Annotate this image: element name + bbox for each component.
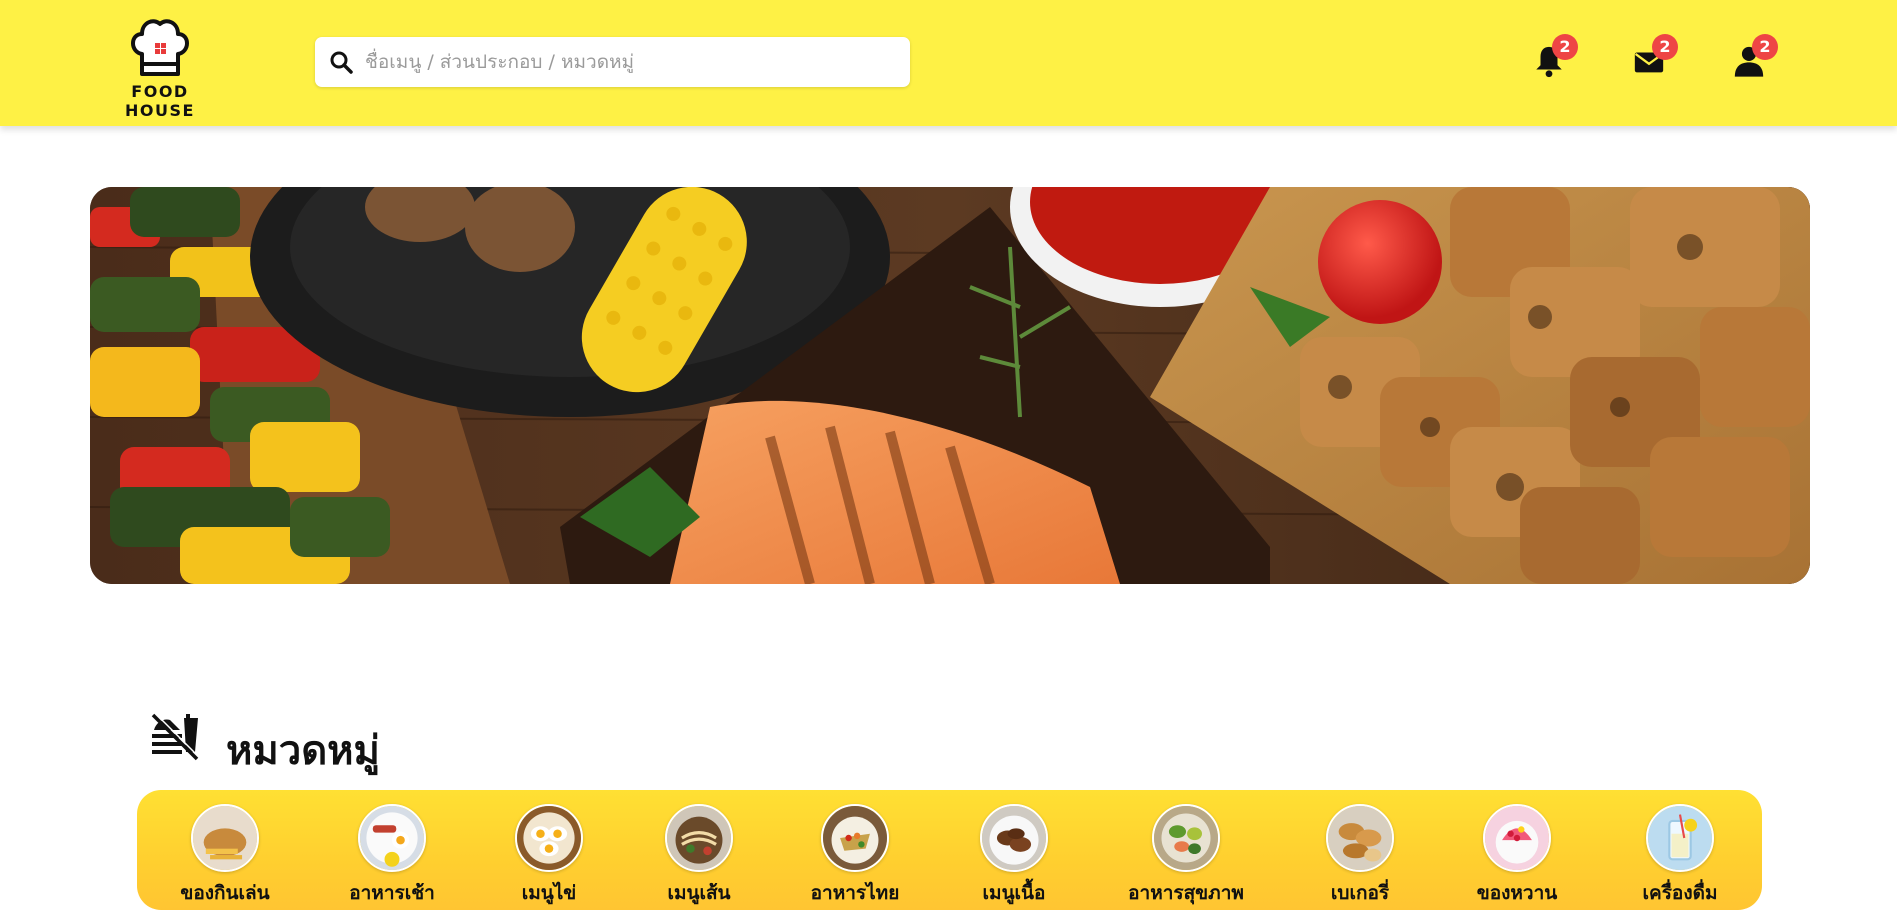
logo[interactable]: FOOD HOUSE <box>94 14 226 120</box>
category-label: เมนูเส้น <box>667 882 731 904</box>
search-icon[interactable] <box>329 50 353 74</box>
egg-thumb <box>515 804 583 872</box>
category-label: เบเกอรี่ <box>1330 882 1390 904</box>
messages-badge: 2 <box>1652 34 1678 60</box>
hero-banner <box>90 187 1810 584</box>
meat-thumb <box>980 804 1048 872</box>
top-header: FOOD HOUSE 2 2 2 <box>0 0 1897 126</box>
chef-hat-icon <box>131 19 189 76</box>
category-meat[interactable]: เมนูเนื้อ <box>939 804 1089 908</box>
category-breakfast[interactable]: อาหารเช้า <box>317 804 467 908</box>
category-dessert[interactable]: ของหวาน <box>1442 804 1592 908</box>
healthy-food-thumb <box>1152 804 1220 872</box>
category-label: อาหารเช้า <box>349 882 435 904</box>
notifications-button[interactable]: 2 <box>1532 34 1578 78</box>
search-input[interactable] <box>365 37 910 87</box>
category-noodle[interactable]: เมนูเส้น <box>624 804 774 908</box>
snack-thumb <box>191 804 259 872</box>
category-label: เมนูเนื้อ <box>982 882 1046 904</box>
category-drink[interactable]: เครื่องดื่ม <box>1605 804 1755 908</box>
category-label: อาหารสุขภาพ <box>1128 882 1244 904</box>
section-title: หมวดหมู่ <box>226 728 380 774</box>
logo-text: FOOD HOUSE <box>125 82 195 120</box>
category-label: เมนูไข่ <box>521 882 577 904</box>
category-healthy-food[interactable]: อาหารสุขภาพ <box>1111 804 1261 908</box>
profile-button[interactable]: 2 <box>1732 34 1778 78</box>
profile-badge: 2 <box>1752 34 1778 60</box>
category-bar: ของกินเล่น อาหารเช้า เมนูไข่ เมนูเส้น อา… <box>137 790 1762 910</box>
drink-thumb <box>1646 804 1714 872</box>
messages-button[interactable]: 2 <box>1632 34 1678 78</box>
category-label: ของหวาน <box>1476 882 1558 904</box>
search-box[interactable] <box>315 37 910 87</box>
category-snack[interactable]: ของกินเล่น <box>150 804 300 908</box>
thai-food-thumb <box>821 804 889 872</box>
category-egg[interactable]: เมนูไข่ <box>474 804 624 908</box>
category-label: เครื่องดื่ม <box>1642 882 1718 904</box>
noodle-thumb <box>665 804 733 872</box>
dessert-thumb <box>1483 804 1551 872</box>
breakfast-thumb <box>358 804 426 872</box>
no-food-icon <box>151 712 200 761</box>
bakery-thumb <box>1326 804 1394 872</box>
notifications-badge: 2 <box>1552 34 1578 60</box>
category-label: อาหารไทย <box>810 882 900 904</box>
category-bakery[interactable]: เบเกอรี่ <box>1285 804 1435 908</box>
category-label: ของกินเล่น <box>180 882 270 904</box>
grilled-food-banner-image <box>90 187 1810 584</box>
category-thai-food[interactable]: อาหารไทย <box>780 804 930 908</box>
